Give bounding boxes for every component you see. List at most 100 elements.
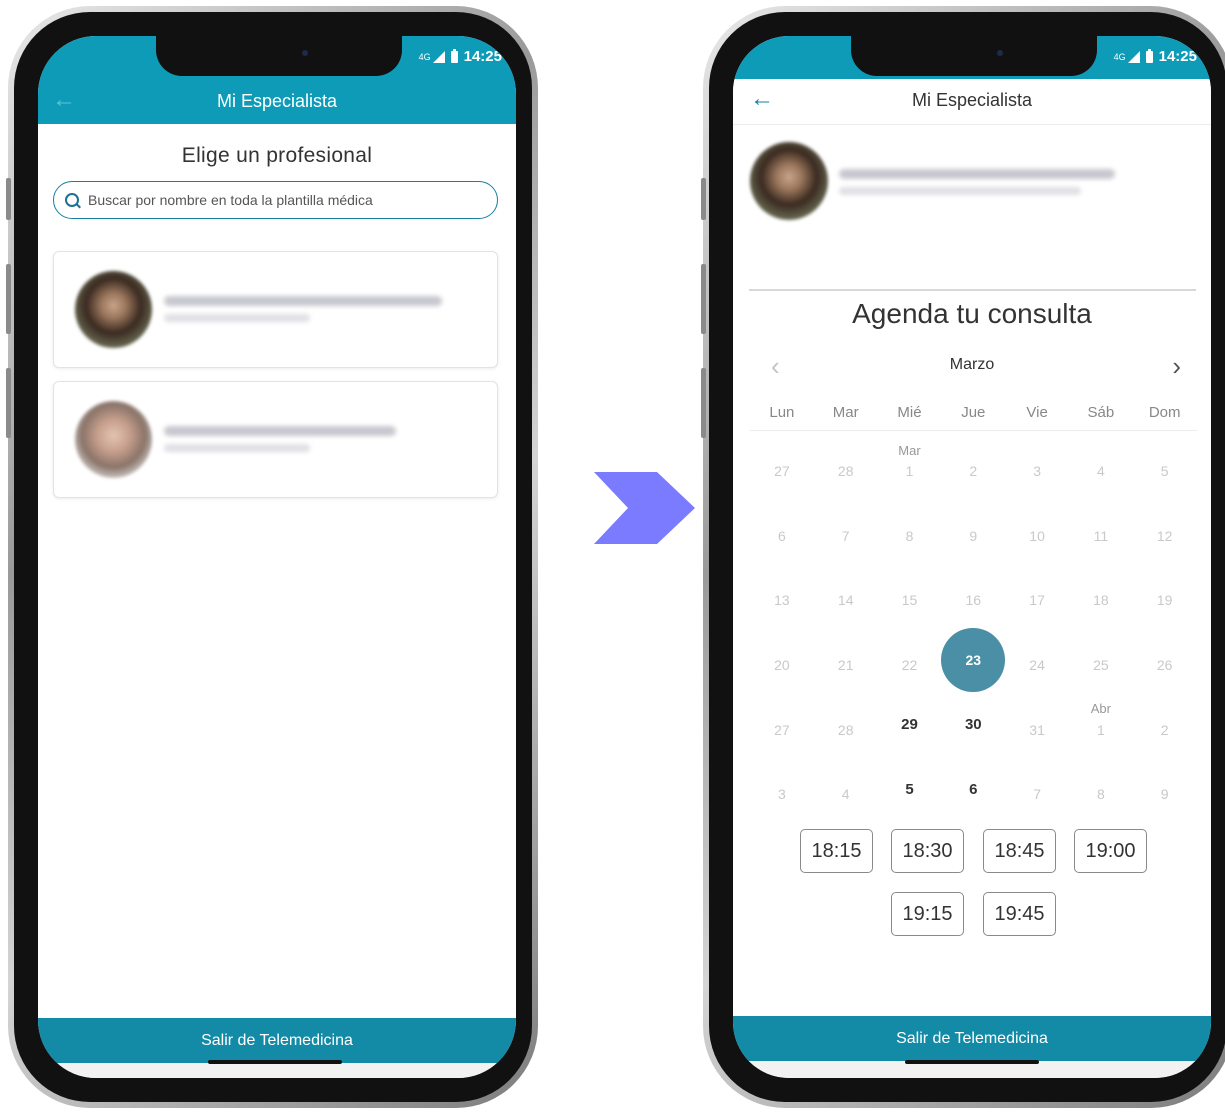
calendar-day: Abr 1 xyxy=(1069,692,1133,757)
calendar-day-available[interactable]: 29 xyxy=(878,692,942,757)
screen-choose-professional: 4G 14:25 ← Mi Especialista Elige un prof… xyxy=(38,36,516,1078)
notch xyxy=(156,36,402,76)
avatar xyxy=(75,401,152,478)
home-indicator xyxy=(208,1060,342,1064)
weekday-label: Vie xyxy=(1026,404,1048,421)
day-number: 9 xyxy=(969,527,978,544)
avatar xyxy=(750,142,828,220)
time-slot-button[interactable]: 18:30 xyxy=(891,829,964,873)
battery-icon xyxy=(1145,48,1153,63)
day-number: 8 xyxy=(1096,786,1105,803)
calendar-day-available[interactable]: 30 xyxy=(941,692,1005,757)
day-number: 23 xyxy=(941,628,1006,693)
status-indicators: 4G 14:25 xyxy=(1114,48,1197,65)
page-title: Elige un profesional xyxy=(181,144,373,167)
professional-specialty-blurred xyxy=(164,314,310,322)
calendar-day: 14 xyxy=(814,563,878,628)
calendar-day: 2 xyxy=(1133,692,1197,757)
app-bar-title: Mi Especialista xyxy=(911,90,1033,110)
time-slot-button[interactable]: 18:15 xyxy=(800,829,873,873)
time-slot-button[interactable]: 19:45 xyxy=(983,892,1056,936)
calendar-day-available[interactable]: 5 xyxy=(878,757,942,822)
day-number: 16 xyxy=(965,592,982,609)
search-bar[interactable] xyxy=(53,181,498,219)
home-indicator xyxy=(905,1060,1039,1064)
chevron-right-icon[interactable]: › xyxy=(1172,351,1181,382)
calendar-day: 11 xyxy=(1069,499,1133,564)
volume-up-button xyxy=(701,264,706,334)
calendar-day: 31 xyxy=(1005,692,1069,757)
calendar-day: 24 xyxy=(1005,628,1069,693)
status-time: 14:25 xyxy=(463,48,502,65)
network-label: 4G xyxy=(1113,51,1126,62)
divider xyxy=(749,289,1196,291)
day-number: 12 xyxy=(1156,527,1173,544)
day-number: 11 xyxy=(1093,527,1109,544)
day-number: 20 xyxy=(774,657,790,674)
day-number: 6 xyxy=(969,780,978,798)
calendar-day: 28 xyxy=(814,692,878,757)
status-indicators: 4G 14:25 xyxy=(419,48,502,65)
day-number: 25 xyxy=(1093,657,1109,674)
calendar-day: 25 xyxy=(1069,628,1133,693)
exit-telemedicine-button[interactable]: Salir de Telemedicina xyxy=(38,1018,516,1063)
time-slot-button[interactable]: 19:15 xyxy=(891,892,964,936)
professional-specialty-blurred xyxy=(839,187,1081,195)
signal-icon xyxy=(432,50,445,63)
volume-up-button xyxy=(6,264,11,334)
search-input[interactable] xyxy=(86,191,490,209)
calendar-day: 19 xyxy=(1133,563,1197,628)
day-number: 17 xyxy=(1029,592,1045,609)
status-bar: 4G 14:25 xyxy=(733,36,1211,79)
professional-name-blurred xyxy=(164,426,396,436)
day-number: 3 xyxy=(778,786,786,803)
signal-icon xyxy=(1127,50,1140,63)
day-number: 19 xyxy=(1156,592,1173,609)
calendar-day: 9 xyxy=(1133,757,1197,822)
side-button xyxy=(6,178,11,220)
time-slot-button[interactable]: 19:00 xyxy=(1074,829,1147,873)
calendar-day: 16 xyxy=(941,563,1005,628)
app-bar: ← Mi Especialista xyxy=(733,79,1211,125)
time-slot-button[interactable]: 18:45 xyxy=(983,829,1056,873)
agenda-title: Agenda tu consulta xyxy=(852,298,1092,329)
day-number: 1 xyxy=(905,463,914,480)
calendar-day: 9 xyxy=(941,499,1005,564)
calendar-day: 21 xyxy=(814,628,878,693)
month-navigator: ‹ Marzo › xyxy=(733,351,1211,382)
day-number: 9 xyxy=(1160,786,1169,803)
professional-name-blurred xyxy=(164,296,442,306)
phone-bezel: 4G 14:25 ← Mi Especialista Agenda tu con… xyxy=(709,12,1225,1102)
camera xyxy=(997,50,1003,56)
app-bar-title: Mi Especialista xyxy=(216,91,338,111)
day-number: 15 xyxy=(901,592,918,609)
calendar-day-selected[interactable]: 23 xyxy=(941,628,1006,693)
calendar-day: 2 xyxy=(941,434,1005,499)
calendar-day: 26 xyxy=(1133,628,1197,693)
calendar-day: Mar 1 xyxy=(878,434,942,499)
calendar-day: 28 xyxy=(814,434,878,499)
day-number: 21 xyxy=(837,657,854,674)
screen-schedule: 4G 14:25 ← Mi Especialista Agenda tu con… xyxy=(733,36,1211,1078)
status-time: 14:25 xyxy=(1158,48,1197,65)
volume-down-button xyxy=(701,368,706,438)
day-number: 27 xyxy=(774,721,790,738)
network-label: 4G xyxy=(418,51,431,62)
calendar-day: 8 xyxy=(878,499,942,564)
professional-specialty-blurred xyxy=(164,444,310,452)
day-number: 7 xyxy=(1033,786,1041,803)
exit-telemedicine-button[interactable]: Salir de Telemedicina xyxy=(733,1016,1211,1061)
professional-card[interactable] xyxy=(53,381,498,498)
status-bar: 4G 14:25 xyxy=(38,36,516,79)
app-bar: ← Mi Especialista xyxy=(38,79,516,124)
weekday-label: Lun xyxy=(769,404,795,421)
calendar-day-available[interactable]: 6 xyxy=(941,757,1005,822)
calendar-day: 7 xyxy=(814,499,878,564)
day-number: 10 xyxy=(1029,527,1045,544)
day-number: 24 xyxy=(1029,657,1045,674)
day-number: 31 xyxy=(1029,721,1045,738)
calendar-day: 12 xyxy=(1133,499,1197,564)
calendar-day: 17 xyxy=(1005,563,1069,628)
calendar-day: 13 xyxy=(750,563,814,628)
professional-card[interactable] xyxy=(53,251,498,368)
